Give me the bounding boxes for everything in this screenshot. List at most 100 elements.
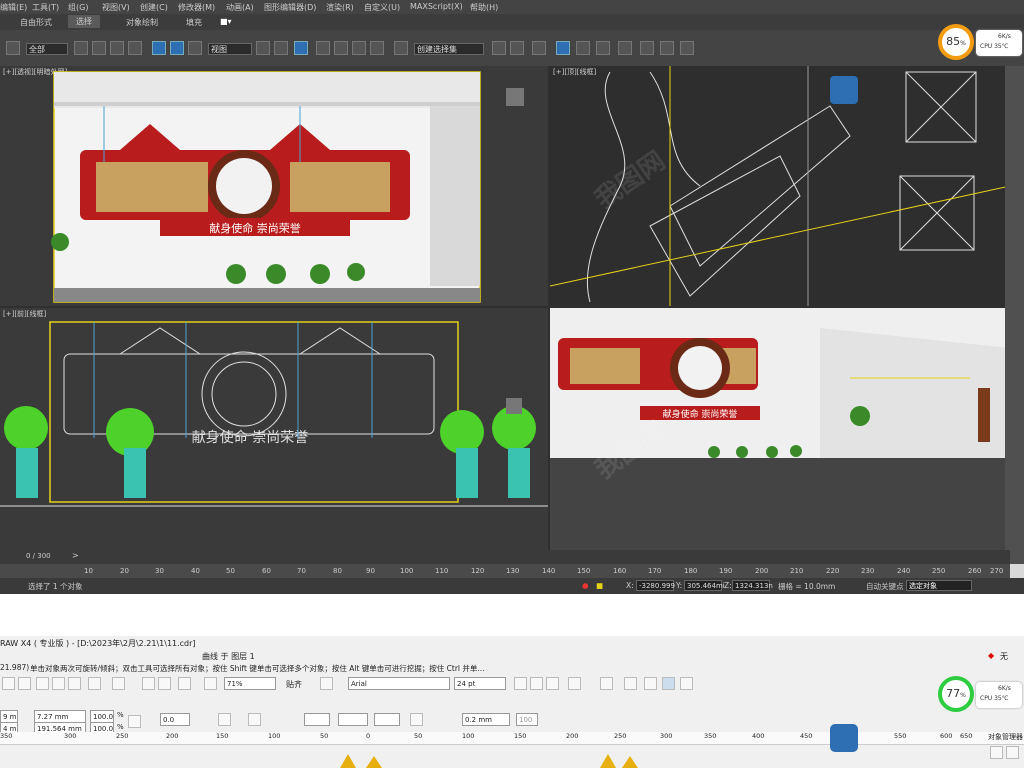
redo-icon[interactable] — [112, 677, 125, 690]
cpu-gauge-top[interactable]: 85% — [938, 24, 974, 60]
percent-snap-icon[interactable] — [352, 41, 366, 55]
ref-coord-dropdown[interactable]: 视图 — [208, 43, 252, 55]
options-icon[interactable] — [320, 677, 333, 690]
curve-editor-icon[interactable] — [576, 41, 590, 55]
export-icon[interactable] — [158, 677, 171, 690]
paste-icon[interactable] — [68, 677, 81, 690]
named-selection-dropdown[interactable]: 创建选择集 — [414, 43, 484, 55]
select-object-icon[interactable] — [74, 41, 88, 55]
align-icon[interactable] — [510, 41, 524, 55]
save-icon[interactable] — [2, 677, 15, 690]
curve-smoothing-field[interactable]: 100 — [516, 713, 538, 726]
zoom-level-dropdown[interactable]: 71% — [224, 677, 276, 690]
rotation-angle-field[interactable]: 0.0 — [160, 713, 190, 726]
close-curve-icon[interactable] — [410, 713, 423, 726]
tab-freeform[interactable]: 自由形式 — [20, 17, 52, 28]
menu-edit[interactable]: 编辑(E) — [0, 2, 27, 13]
keyboard-shortcut-icon[interactable] — [294, 41, 308, 55]
cpu-gauge-bottom[interactable]: 77% — [938, 676, 974, 712]
menu-graph-editors[interactable]: 图形编辑器(D) — [264, 2, 316, 13]
bold-icon[interactable] — [514, 677, 527, 690]
cut-icon[interactable] — [36, 677, 49, 690]
lock-ratio-icon[interactable] — [128, 715, 141, 728]
layer-explorer-icon[interactable] — [532, 41, 546, 55]
tab-populate[interactable]: 填充 — [186, 17, 202, 28]
angle-snap-icon[interactable] — [334, 41, 348, 55]
vertical-text-icon[interactable] — [680, 677, 693, 690]
set-key-dropdown[interactable]: 选定对象 — [906, 580, 972, 591]
render-teapot-icon[interactable] — [680, 41, 694, 55]
menu-group[interactable]: 组(G) — [68, 2, 88, 13]
line-style-dropdown[interactable] — [338, 713, 368, 726]
menu-maxscript[interactable]: MAXScript(X) — [410, 2, 463, 11]
time-slider[interactable]: 0 / 300 > — [0, 550, 1010, 564]
object-manager-tab[interactable]: 对象管理器 — [988, 732, 1023, 742]
tab-object-paint[interactable]: 对象绘制 — [126, 17, 158, 28]
menu-create[interactable]: 创建(C) — [140, 2, 168, 13]
underline-icon[interactable] — [546, 677, 559, 690]
start-arrow-dropdown[interactable] — [304, 713, 330, 726]
command-panel[interactable] — [1005, 66, 1024, 564]
auto-key-button[interactable]: 自动关键点 — [866, 581, 904, 592]
edit-text-icon[interactable] — [644, 677, 657, 690]
scene-explorer-icon[interactable] — [556, 41, 570, 55]
pin-icon[interactable]: ● — [582, 581, 589, 590]
snap-toggle-icon[interactable] — [316, 41, 330, 55]
horizontal-text-icon[interactable] — [662, 677, 675, 690]
end-arrow-dropdown[interactable] — [374, 713, 400, 726]
scale-icon[interactable] — [188, 41, 202, 55]
x-coord-field[interactable]: -3280.999 — [636, 580, 675, 591]
schematic-view-icon[interactable] — [596, 41, 610, 55]
font-size-dropdown[interactable]: 24 pt — [454, 677, 506, 690]
welcome-icon[interactable] — [204, 677, 217, 690]
edit-named-sel-icon[interactable] — [394, 41, 408, 55]
import-icon[interactable] — [142, 677, 155, 690]
menu-views[interactable]: 视图(V) — [102, 2, 130, 13]
bullet-icon[interactable] — [600, 677, 613, 690]
copy-icon[interactable] — [52, 677, 65, 690]
rotate-icon[interactable] — [170, 41, 184, 55]
print-icon[interactable] — [18, 677, 31, 690]
move-icon[interactable] — [152, 41, 166, 55]
render-setup-icon[interactable] — [640, 41, 654, 55]
selection-filter-dropdown[interactable]: 全部 — [26, 43, 68, 55]
italic-icon[interactable] — [530, 677, 543, 690]
select-manipulate-icon[interactable] — [274, 41, 288, 55]
material-editor-icon[interactable] — [618, 41, 632, 55]
pivot-icon[interactable] — [256, 41, 270, 55]
app-launcher-icon[interactable] — [178, 677, 191, 690]
rect-select-icon[interactable] — [110, 41, 124, 55]
next-frame-icon[interactable]: > — [72, 551, 79, 560]
text-align-icon[interactable] — [568, 677, 581, 690]
y-coord-field[interactable]: 305.464mi — [684, 580, 725, 591]
viewport-front[interactable]: [+][前][线框] 献身使命 崇尚荣誉 — [0, 308, 548, 550]
object-manager-layer-icon[interactable] — [1006, 746, 1019, 759]
outline-width-dropdown[interactable]: 0.2 mm — [462, 713, 510, 726]
menu-rendering[interactable]: 渲染(R) — [326, 2, 354, 13]
tab-selection[interactable]: 选择 — [68, 15, 100, 28]
select-by-name-icon[interactable] — [92, 41, 106, 55]
font-family-dropdown[interactable]: Arial — [348, 677, 450, 690]
window-crossing-icon[interactable] — [128, 41, 142, 55]
render-frame-icon[interactable] — [660, 41, 674, 55]
mirror-icon[interactable] — [492, 41, 506, 55]
menu-modifiers[interactable]: 修改器(M) — [178, 2, 215, 13]
drop-cap-icon[interactable] — [624, 677, 637, 690]
link-icon[interactable] — [6, 41, 20, 55]
ribbon-options-icon[interactable]: ■▾ — [220, 17, 232, 26]
object-manager-options-icon[interactable] — [990, 746, 1003, 759]
spinner-snap-icon[interactable] — [370, 41, 384, 55]
lock-icon[interactable]: ■ — [596, 581, 603, 590]
track-bar[interactable]: 10 20 30 40 50 60 70 80 90 100 110 120 1… — [0, 564, 1010, 578]
viewport-camera[interactable]: 献身使命 崇尚荣誉 — [550, 308, 1010, 550]
mirror-v-icon[interactable] — [248, 713, 261, 726]
menu-tools[interactable]: 工具(T) — [32, 2, 59, 13]
undo-icon[interactable] — [88, 677, 101, 690]
menu-customize[interactable]: 自定义(U) — [364, 2, 400, 13]
viewport-perspective[interactable]: [+][透视][明暗处理] 献身使命 崇尚荣誉 — [0, 66, 548, 306]
z-coord-field[interactable]: 1324.313n — [732, 580, 773, 591]
mirror-h-icon[interactable] — [218, 713, 231, 726]
snap-to-dropdown[interactable]: 贴齐 — [286, 679, 302, 690]
menu-help[interactable]: 帮助(H) — [470, 2, 498, 13]
menu-animation[interactable]: 动画(A) — [226, 2, 254, 13]
